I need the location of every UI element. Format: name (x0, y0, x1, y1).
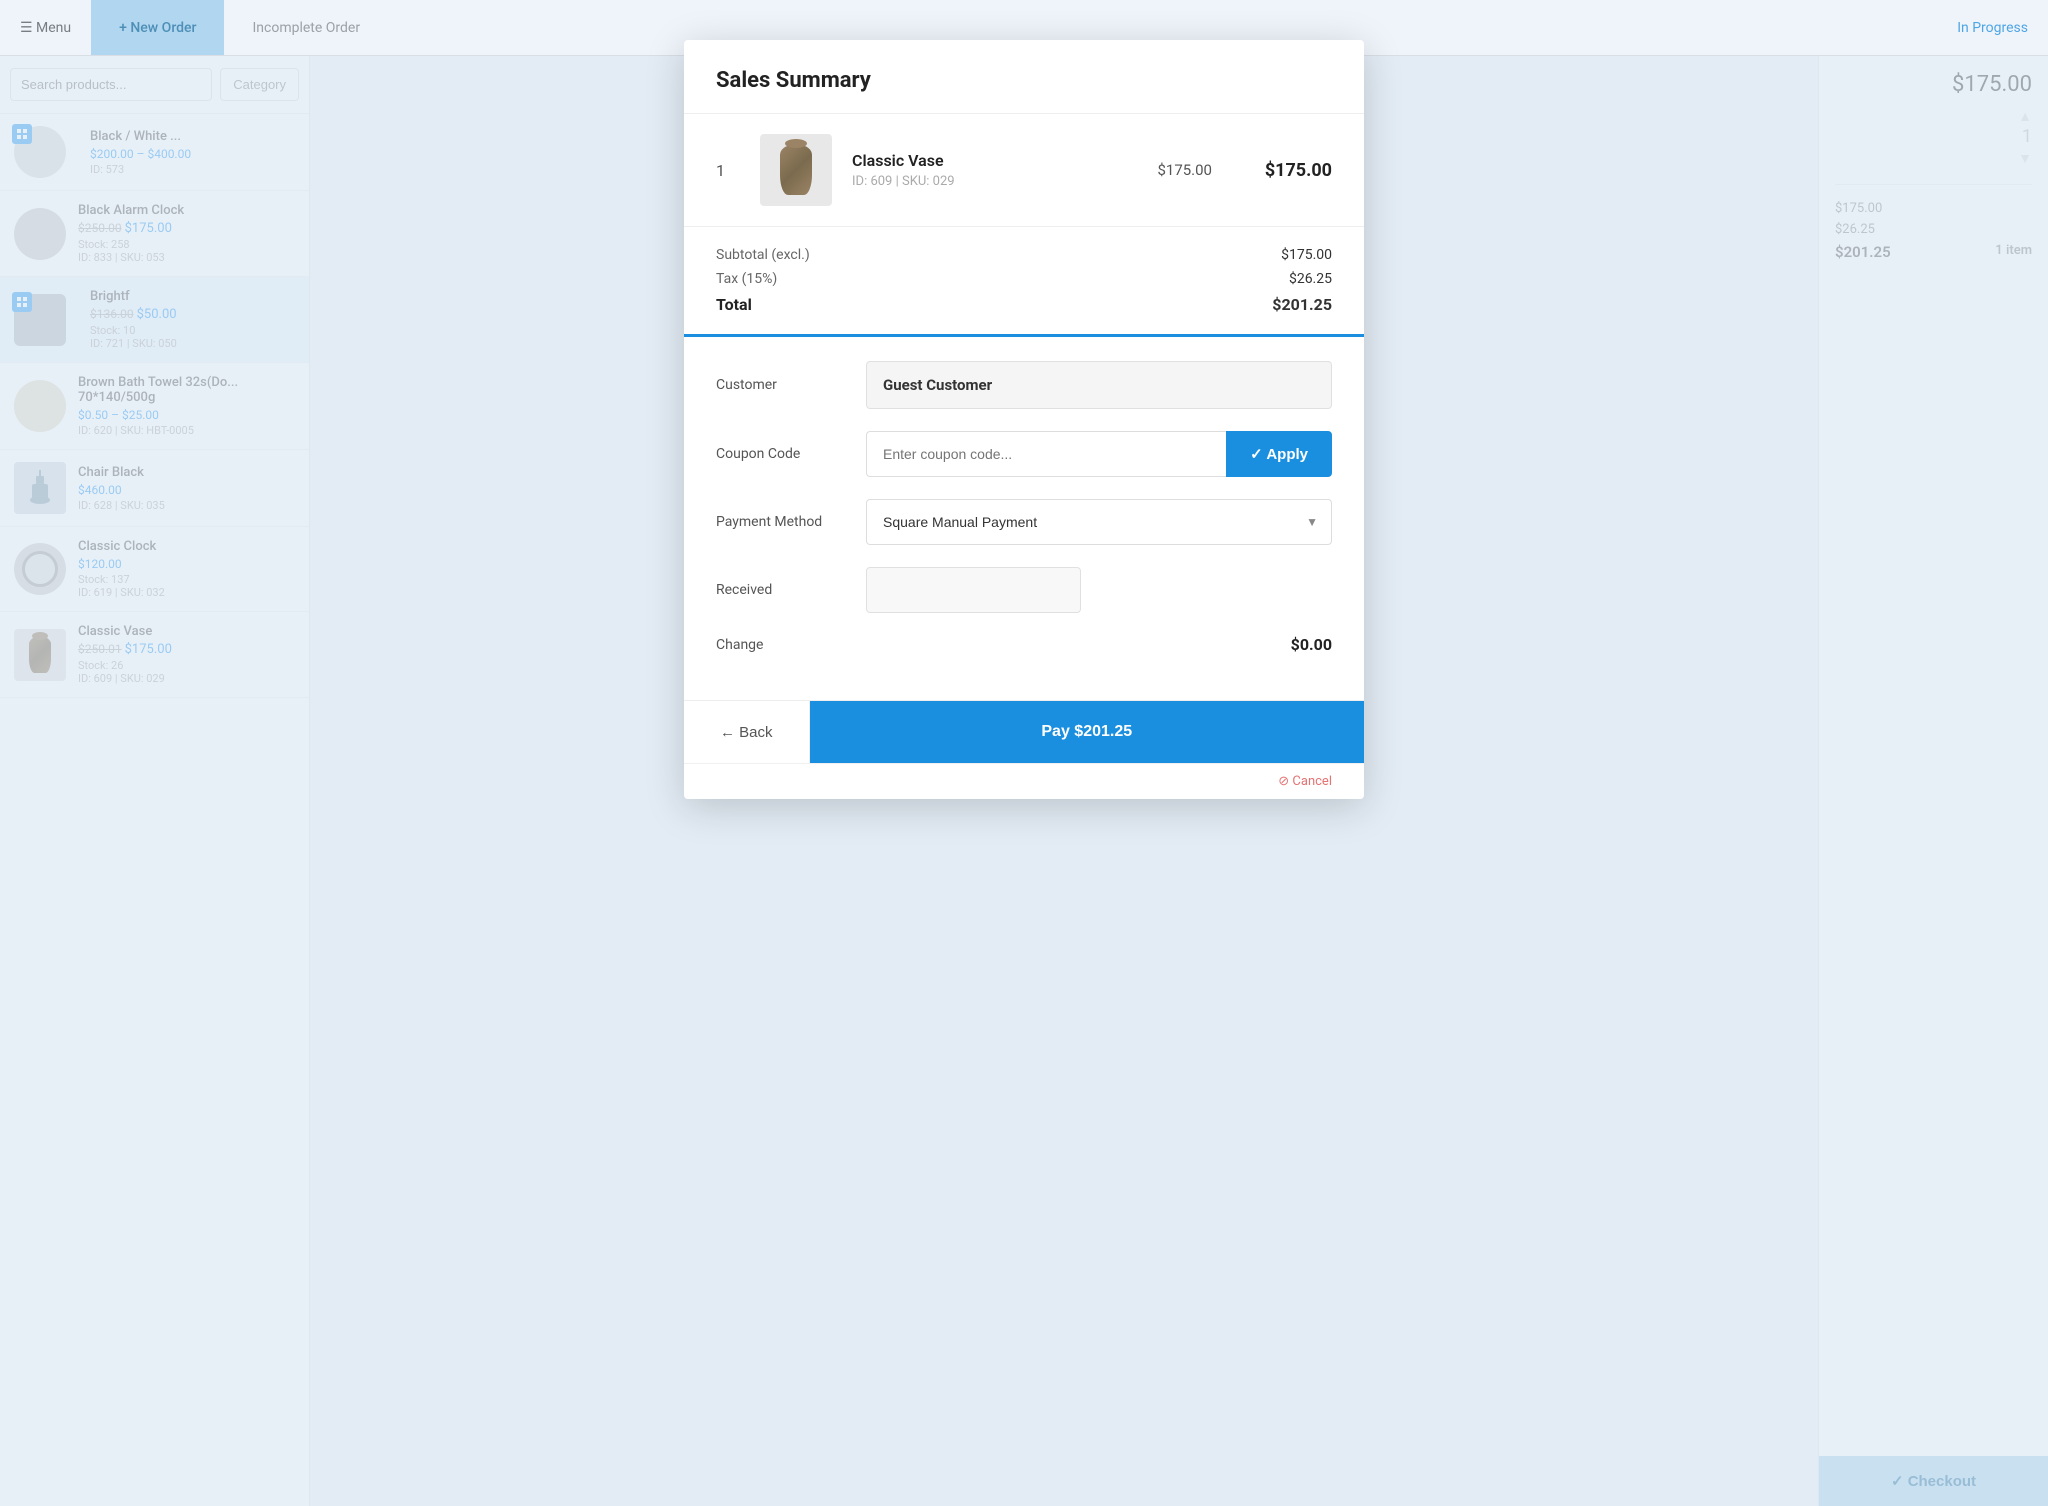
customer-section: Customer Guest Customer Coupon Code ✓ Ap… (684, 337, 1364, 700)
order-items-section: 1 Classic Vase ID: 609 | SKU: 029 $175.0… (684, 114, 1364, 227)
received-row: Received 0.00 (716, 567, 1332, 613)
item-total-price: $175.00 (1252, 160, 1332, 181)
subtotal-value: $175.00 (1281, 247, 1332, 263)
payment-label: Payment Method (716, 514, 846, 530)
item-quantity: 1 (716, 161, 740, 180)
cancel-button[interactable]: ⊘ Cancel (716, 774, 1332, 789)
subtotal-label: Subtotal (excl.) (716, 247, 810, 263)
coupon-input[interactable] (866, 431, 1226, 477)
tax-label: Tax (15%) (716, 271, 777, 287)
total-value: $201.25 (1272, 295, 1332, 314)
coupon-label: Coupon Code (716, 446, 846, 462)
change-value: $0.00 (866, 635, 1332, 654)
item-unit-price: $175.00 (1157, 161, 1212, 179)
coupon-row: Coupon Code ✓ Apply (716, 431, 1332, 477)
modal-footer: ← Back Pay $201.25 (684, 700, 1364, 763)
subtotal-row: Subtotal (excl.) $175.00 (716, 247, 1332, 263)
sales-summary-modal: Sales Summary 1 Classic Vase ID: 609 | S… (684, 40, 1364, 799)
item-details: Classic Vase ID: 609 | SKU: 029 (852, 151, 1137, 189)
tax-value: $26.25 (1289, 271, 1332, 287)
customer-label: Customer (716, 377, 846, 393)
change-row: Change $0.00 (716, 635, 1332, 654)
pay-button[interactable]: Pay $201.25 (810, 701, 1364, 763)
payment-method-row: Payment Method Square Manual Payment ▼ (716, 499, 1332, 545)
customer-row: Customer Guest Customer (716, 361, 1332, 409)
cancel-row: ⊘ Cancel (684, 763, 1364, 799)
apply-button[interactable]: ✓ Apply (1226, 431, 1332, 477)
change-label: Change (716, 637, 846, 653)
modal-overlay: Sales Summary 1 Classic Vase ID: 609 | S… (0, 0, 2048, 1506)
totals-section: Subtotal (excl.) $175.00 Tax (15%) $26.2… (684, 227, 1364, 337)
modal-title: Sales Summary (716, 68, 1332, 93)
payment-select[interactable]: Square Manual Payment (866, 499, 1332, 545)
grand-total-row: Total $201.25 (716, 295, 1332, 314)
total-label: Total (716, 295, 752, 314)
tax-row: Tax (15%) $26.25 (716, 271, 1332, 287)
item-thumbnail (760, 134, 832, 206)
item-name: Classic Vase (852, 151, 1137, 170)
order-item: 1 Classic Vase ID: 609 | SKU: 029 $175.0… (716, 134, 1332, 206)
modal-header: Sales Summary (684, 40, 1364, 114)
item-id: ID: 609 | SKU: 029 (852, 174, 1137, 189)
customer-display: Guest Customer (866, 361, 1332, 409)
back-button[interactable]: ← Back (684, 701, 810, 763)
received-input[interactable]: 0.00 (866, 567, 1081, 613)
received-label: Received (716, 582, 846, 598)
